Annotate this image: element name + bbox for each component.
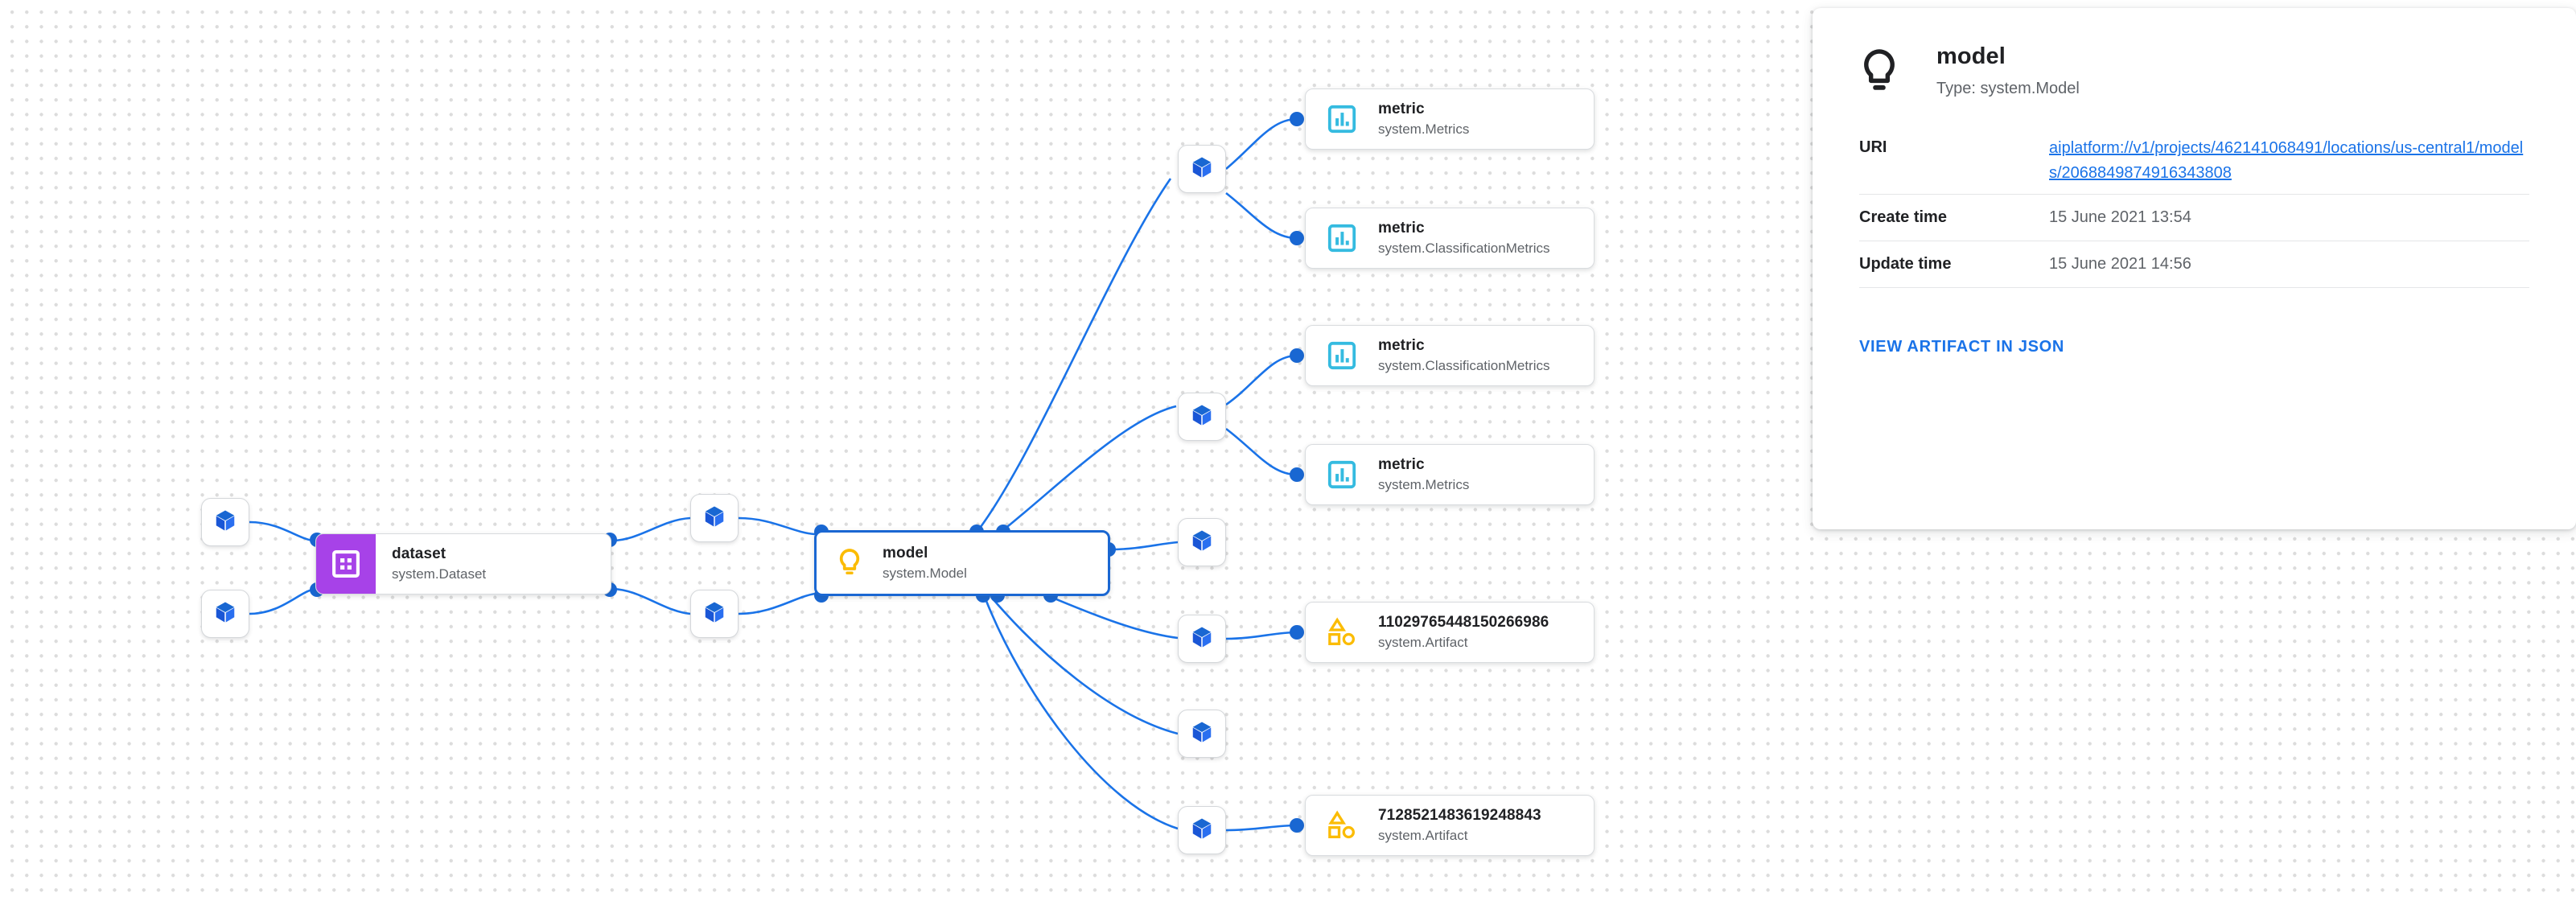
artifact-node-metric[interactable]: metric system.Metrics	[1305, 88, 1595, 150]
node-title: metric	[1378, 100, 1425, 117]
cube-icon	[702, 504, 726, 533]
node-title: dataset	[392, 545, 446, 562]
shapes-icon	[1317, 616, 1367, 648]
cube-icon	[1190, 720, 1214, 748]
node-type: system.Artifact	[1378, 635, 1468, 651]
execution-node[interactable]	[1178, 806, 1226, 854]
execution-node[interactable]	[201, 498, 249, 546]
metrics-bar-icon	[1317, 104, 1367, 134]
cube-icon	[1190, 817, 1214, 845]
property-value: 15 June 2021 14:56	[2049, 254, 2191, 273]
execution-node[interactable]	[1178, 710, 1226, 758]
node-type: system.Artifact	[1378, 828, 1468, 844]
cube-icon	[1190, 155, 1214, 183]
artifact-node-metric[interactable]: metric system.ClassificationMetrics	[1305, 208, 1595, 269]
artifact-node-generic[interactable]: 7128521483619248843 system.Artifact	[1305, 795, 1595, 856]
execution-node[interactable]	[690, 494, 739, 542]
node-type: system.Dataset	[392, 566, 487, 582]
node-type: system.Metrics	[1378, 121, 1470, 138]
cube-icon	[702, 600, 726, 628]
cube-icon	[1190, 625, 1214, 653]
execution-node[interactable]	[201, 590, 249, 638]
node-title: metric	[1378, 219, 1425, 237]
node-title: metric	[1378, 336, 1425, 354]
node-type: system.ClassificationMetrics	[1378, 358, 1550, 374]
cube-icon	[213, 508, 237, 537]
node-title: model	[883, 544, 928, 562]
node-title: 11029765448150266986	[1378, 613, 1549, 631]
properties-table: URI aiplatform://v1/projects/46214106849…	[1859, 125, 2529, 288]
metrics-bar-icon	[1317, 340, 1367, 371]
node-type: system.Model	[883, 566, 967, 582]
property-key: Create time	[1859, 208, 1947, 226]
lightbulb-icon	[1851, 43, 1907, 97]
property-key: URI	[1859, 138, 1887, 157]
execution-node[interactable]	[1178, 615, 1226, 663]
shapes-icon	[1317, 809, 1367, 841]
page-title: model	[1936, 43, 2006, 69]
artifact-details-panel: model Type: system.Model URI aiplatform:…	[1813, 8, 2576, 529]
property-row-update-time: Update time 15 June 2021 14:56	[1859, 241, 2529, 288]
artifact-node-generic[interactable]: 11029765448150266986 system.Artifact	[1305, 602, 1595, 663]
property-row-uri: URI aiplatform://v1/projects/46214106849…	[1859, 125, 2529, 195]
execution-node[interactable]	[1178, 145, 1226, 193]
cube-icon	[1190, 403, 1214, 431]
metrics-bar-icon	[1317, 223, 1367, 253]
node-type: system.ClassificationMetrics	[1378, 241, 1550, 257]
node-type: system.Metrics	[1378, 477, 1470, 493]
artifact-node-metric[interactable]: metric system.Metrics	[1305, 444, 1595, 505]
node-title: metric	[1378, 455, 1425, 473]
panel-header: model Type: system.Model	[1813, 8, 2576, 98]
view-artifact-in-json-button[interactable]: VIEW ARTIFACT IN JSON	[1859, 338, 2064, 356]
dataset-grid-icon	[316, 534, 376, 594]
cube-icon	[213, 600, 237, 628]
execution-node[interactable]	[1178, 518, 1226, 566]
artifact-node-metric[interactable]: metric system.ClassificationMetrics	[1305, 325, 1595, 386]
property-key: Update time	[1859, 254, 1952, 273]
execution-node[interactable]	[690, 590, 739, 638]
artifact-node-model[interactable]: model system.Model	[814, 530, 1110, 596]
panel-subtitle: Type: system.Model	[1936, 80, 2080, 98]
property-row-create-time: Create time 15 June 2021 13:54	[1859, 195, 2529, 241]
cube-icon	[1190, 529, 1214, 557]
execution-node[interactable]	[1178, 393, 1226, 441]
lightbulb-icon	[825, 547, 874, 579]
node-title: 7128521483619248843	[1378, 806, 1541, 824]
uri-link[interactable]: aiplatform://v1/projects/462141068491/lo…	[2049, 136, 2529, 185]
artifact-node-dataset[interactable]: dataset system.Dataset	[315, 533, 611, 594]
metrics-bar-icon	[1317, 459, 1367, 490]
property-value: 15 June 2021 13:54	[2049, 208, 2191, 226]
